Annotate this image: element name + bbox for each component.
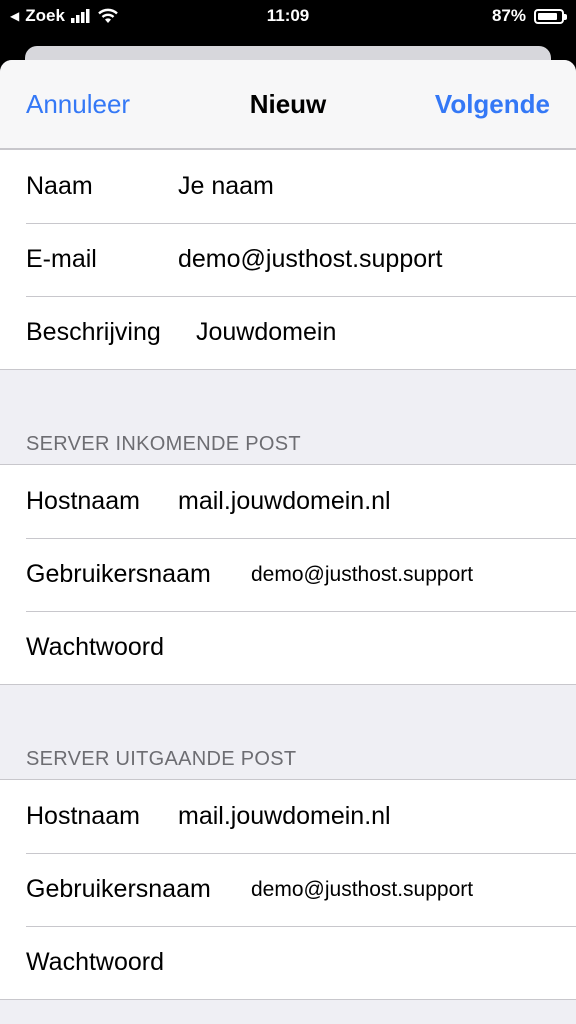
email-field[interactable]: demo@justhost.support — [178, 245, 442, 274]
incoming-hostname-row[interactable]: Hostnaam mail.jouwdomein.nl — [0, 465, 576, 538]
incoming-username-label: Gebruikersnaam — [26, 560, 211, 588]
outgoing-password-row[interactable]: Wachtwoord — [0, 926, 576, 999]
battery-fill — [538, 12, 558, 20]
outgoing-username-field[interactable]: demo@justhost.support — [251, 878, 473, 902]
battery-icon — [534, 8, 567, 24]
description-field[interactable]: Jouwdomein — [196, 318, 336, 347]
outgoing-hostname-label: Hostnaam — [26, 802, 140, 830]
name-label: Naam — [26, 172, 93, 200]
battery-percent: 87% — [491, 6, 526, 25]
incoming-password-label: Wachtwoord — [26, 633, 165, 661]
outgoing-hostname-field[interactable]: mail.jouwdomein.nl — [178, 802, 391, 831]
incoming-username-field[interactable]: demo@justhost.support — [251, 563, 473, 587]
new-account-sheet: Annuleer Nieuw Volgende Naam Je naam E-m… — [0, 60, 576, 1024]
description-label: Beschrijving — [26, 318, 161, 346]
incoming-server-group: Hostnaam mail.jouwdomein.nl Gebruikersna… — [0, 464, 576, 685]
outgoing-server-header: SERVER UITGAANDE POST — [26, 748, 297, 770]
clock: 11:09 — [266, 6, 310, 25]
outgoing-hostname-row[interactable]: Hostnaam mail.jouwdomein.nl — [0, 780, 576, 853]
email-row[interactable]: E-mail demo@justhost.support — [0, 223, 576, 296]
description-row[interactable]: Beschrijving Jouwdomein — [0, 296, 576, 369]
name-row[interactable]: Naam Je naam — [0, 150, 576, 223]
next-button[interactable]: Volgende — [435, 89, 550, 120]
incoming-password-row[interactable]: Wachtwoord — [0, 611, 576, 684]
email-label: E-mail — [26, 245, 97, 273]
outgoing-username-row[interactable]: Gebruikersnaam demo@justhost.support — [0, 853, 576, 926]
incoming-username-row[interactable]: Gebruikersnaam demo@justhost.support — [0, 538, 576, 611]
outgoing-username-label: Gebruikersnaam — [26, 875, 211, 903]
incoming-server-header: SERVER INKOMENDE POST — [26, 433, 301, 455]
outgoing-server-group: Hostnaam mail.jouwdomein.nl Gebruikersna… — [0, 779, 576, 1000]
name-field[interactable]: Je naam — [178, 172, 274, 201]
status-bar: ◀ Zoek 11:09 87% — [0, 0, 576, 34]
incoming-hostname-label: Hostnaam — [26, 487, 140, 515]
navigation-bar: Annuleer Nieuw Volgende — [0, 60, 576, 149]
incoming-hostname-field[interactable]: mail.jouwdomein.nl — [178, 487, 391, 516]
outgoing-password-label: Wachtwoord — [26, 948, 165, 976]
account-group: Naam Je naam E-mail demo@justhost.suppor… — [0, 149, 576, 370]
